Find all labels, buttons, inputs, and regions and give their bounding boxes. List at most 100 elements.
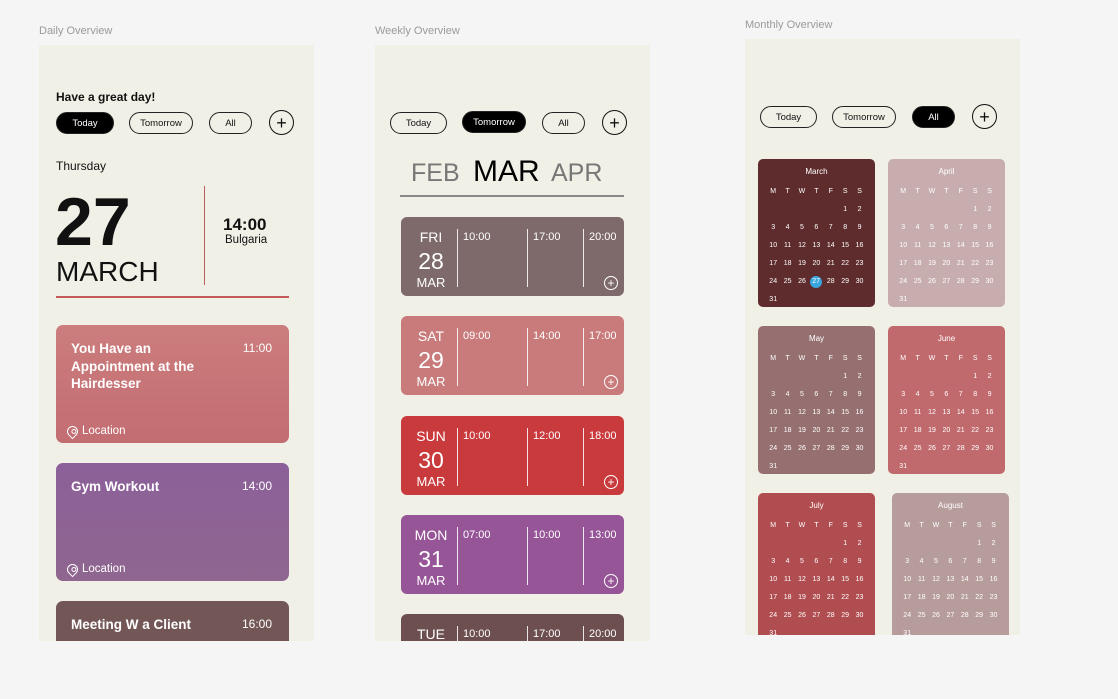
- calendar-day[interactable]: 29: [838, 443, 852, 455]
- calendar-day[interactable]: 3: [766, 389, 780, 401]
- calendar-day[interactable]: 8: [838, 389, 852, 401]
- calendar-day[interactable]: 12: [795, 407, 809, 419]
- calendar-day[interactable]: 4: [910, 389, 924, 401]
- time-slot[interactable]: 20:00: [589, 628, 617, 640]
- calendar-day[interactable]: 8: [972, 556, 986, 568]
- calendar-day[interactable]: 16: [986, 574, 1000, 586]
- calendar-day[interactable]: 19: [929, 592, 943, 604]
- calendar-day[interactable]: 15: [838, 240, 852, 252]
- calendar-day[interactable]: 14: [954, 407, 968, 419]
- calendar-day[interactable]: 10: [766, 574, 780, 586]
- time-slot[interactable]: 17:00: [589, 330, 617, 342]
- calendar-day[interactable]: 19: [925, 258, 939, 270]
- calendar-day[interactable]: 24: [896, 443, 910, 455]
- calendar-day[interactable]: 17: [896, 258, 910, 270]
- calendar-day[interactable]: 28: [824, 276, 838, 288]
- calendar-day[interactable]: 14: [954, 240, 968, 252]
- calendar-day[interactable]: 6: [809, 222, 823, 234]
- calendar-day[interactable]: 9: [852, 222, 866, 234]
- calendar-day[interactable]: 23: [986, 592, 1000, 604]
- calendar-day[interactable]: 10: [766, 240, 780, 252]
- calendar-day[interactable]: 10: [896, 240, 910, 252]
- calendar-day[interactable]: 31: [766, 628, 780, 635]
- calendar-day[interactable]: 6: [809, 556, 823, 568]
- calendar-day[interactable]: 26: [925, 276, 939, 288]
- calendar-day[interactable]: 11: [910, 407, 924, 419]
- calendar-day[interactable]: 7: [958, 556, 972, 568]
- calendar-day[interactable]: 22: [838, 592, 852, 604]
- calendar-day[interactable]: 11: [780, 407, 794, 419]
- add-slot-button[interactable]: +: [604, 276, 618, 290]
- calendar-day[interactable]: 14: [824, 574, 838, 586]
- calendar-day[interactable]: 18: [780, 425, 794, 437]
- add-event-button[interactable]: +: [269, 110, 294, 135]
- calendar-day[interactable]: 5: [929, 556, 943, 568]
- calendar-day[interactable]: 20: [809, 592, 823, 604]
- calendar-day[interactable]: 16: [982, 240, 996, 252]
- calendar-day[interactable]: 27: [939, 276, 953, 288]
- calendar-day[interactable]: 15: [838, 407, 852, 419]
- calendar-day[interactable]: 30: [982, 276, 996, 288]
- calendar-day[interactable]: 29: [972, 610, 986, 622]
- calendar-day[interactable]: 12: [795, 574, 809, 586]
- calendar-day[interactable]: 10: [896, 407, 910, 419]
- calendar-day[interactable]: 15: [968, 407, 982, 419]
- calendar-day[interactable]: 1: [968, 204, 982, 216]
- calendar-day[interactable]: 30: [852, 276, 866, 288]
- calendar-day[interactable]: 13: [939, 240, 953, 252]
- time-slot[interactable]: 07:00: [463, 529, 491, 541]
- event-card[interactable]: Gym Workout 14:00 Location: [56, 463, 289, 581]
- calendar-day[interactable]: 4: [780, 222, 794, 234]
- calendar-day[interactable]: 7: [954, 222, 968, 234]
- calendar-day[interactable]: 5: [925, 389, 939, 401]
- calendar-day[interactable]: 4: [914, 556, 928, 568]
- calendar-day[interactable]: 11: [780, 574, 794, 586]
- calendar-day[interactable]: 5: [795, 222, 809, 234]
- time-slot[interactable]: 20:00: [589, 231, 617, 243]
- time-slot[interactable]: 17:00: [533, 628, 561, 640]
- calendar-day[interactable]: 28: [958, 610, 972, 622]
- calendar-day[interactable]: 18: [910, 258, 924, 270]
- calendar-day[interactable]: 24: [896, 276, 910, 288]
- calendar-day[interactable]: 4: [780, 556, 794, 568]
- month-calendar[interactable]: March M T W T F S S 1 2 3 4 5 6 7 8 9 10 11 12 13 14 15 16 17 18 1…: [758, 159, 875, 307]
- time-slot[interactable]: 10:00: [463, 231, 491, 243]
- calendar-day[interactable]: 18: [780, 258, 794, 270]
- time-slot[interactable]: 13:00: [589, 529, 617, 541]
- calendar-day[interactable]: 12: [795, 240, 809, 252]
- add-event-button[interactable]: +: [602, 110, 627, 135]
- calendar-day[interactable]: 6: [939, 222, 953, 234]
- add-slot-button[interactable]: +: [604, 375, 618, 389]
- filter-tomorrow-button[interactable]: Tomorrow: [462, 111, 526, 133]
- calendar-day[interactable]: 9: [986, 556, 1000, 568]
- calendar-day[interactable]: 31: [896, 461, 910, 473]
- calendar-day[interactable]: 28: [824, 610, 838, 622]
- calendar-day[interactable]: 2: [982, 371, 996, 383]
- calendar-day[interactable]: 16: [852, 407, 866, 419]
- calendar-day[interactable]: 24: [900, 610, 914, 622]
- calendar-day[interactable]: 23: [982, 425, 996, 437]
- event-card[interactable]: Meeting W a Client 16:00: [56, 601, 289, 641]
- calendar-day[interactable]: 6: [809, 389, 823, 401]
- calendar-day[interactable]: 12: [925, 407, 939, 419]
- calendar-day[interactable]: 26: [925, 443, 939, 455]
- calendar-day[interactable]: 17: [766, 425, 780, 437]
- week-day-card[interactable]: SUN 30 MAR 10:00 12:00 18:00 +: [401, 416, 624, 495]
- calendar-day[interactable]: 23: [852, 258, 866, 270]
- calendar-day[interactable]: 6: [939, 389, 953, 401]
- calendar-day[interactable]: 21: [824, 258, 838, 270]
- calendar-day[interactable]: 22: [838, 258, 852, 270]
- calendar-day[interactable]: 29: [838, 610, 852, 622]
- calendar-day[interactable]: 11: [910, 240, 924, 252]
- calendar-day[interactable]: 9: [852, 556, 866, 568]
- calendar-day[interactable]: 12: [929, 574, 943, 586]
- calendar-day[interactable]: 5: [795, 556, 809, 568]
- calendar-day[interactable]: 12: [925, 240, 939, 252]
- calendar-day[interactable]: 11: [914, 574, 928, 586]
- calendar-day[interactable]: 26: [929, 610, 943, 622]
- calendar-day[interactable]: 10: [766, 407, 780, 419]
- calendar-day[interactable]: 27: [943, 610, 957, 622]
- time-slot[interactable]: 10:00: [463, 628, 491, 640]
- calendar-day[interactable]: 13: [943, 574, 957, 586]
- calendar-day[interactable]: 30: [982, 443, 996, 455]
